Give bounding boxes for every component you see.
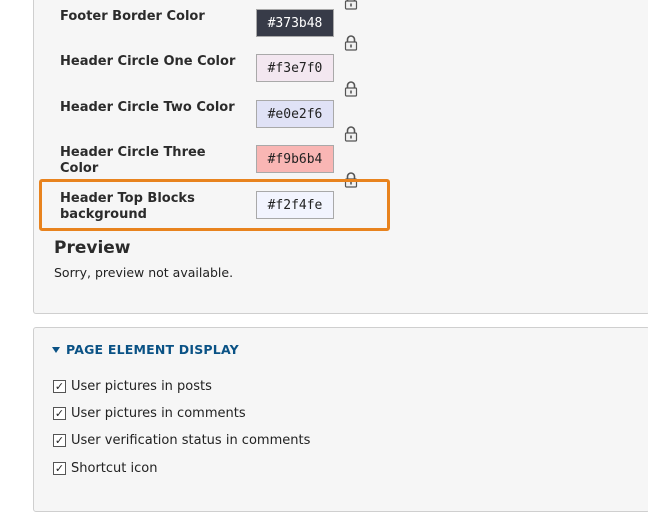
- option-user-pictures-posts[interactable]: ✓ User pictures in posts: [53, 379, 212, 394]
- preview-title: Preview: [54, 238, 131, 258]
- preview-message: Sorry, preview not available.: [54, 265, 234, 280]
- color-label: Footer Border Color: [60, 9, 205, 24]
- collapse-triangle-icon: [52, 346, 60, 353]
- page-element-display-panel: PAGE ELEMENT DISPLAY ✓ User pictures in …: [33, 327, 648, 512]
- checkbox[interactable]: ✓: [53, 380, 66, 393]
- page-element-display-toggle[interactable]: PAGE ELEMENT DISPLAY: [52, 342, 239, 357]
- option-label: User pictures in comments: [71, 406, 246, 421]
- option-shortcut-icon[interactable]: ✓ Shortcut icon: [53, 461, 157, 476]
- option-user-verification-status[interactable]: ✓ User verification status in comments: [53, 433, 310, 448]
- color-input[interactable]: #373b48: [256, 9, 334, 37]
- checkbox[interactable]: ✓: [53, 407, 66, 420]
- color-input[interactable]: #e0e2f6: [256, 100, 334, 128]
- color-scheme-panel: Footer Border Color #373b48 Header Circl…: [33, 0, 648, 314]
- checkbox[interactable]: ✓: [53, 462, 66, 475]
- checkbox[interactable]: ✓: [53, 434, 66, 447]
- highlight-box: [39, 179, 390, 231]
- color-input[interactable]: #f9b6b4: [256, 145, 334, 173]
- lock-icon[interactable]: [344, 81, 358, 97]
- section-title: PAGE ELEMENT DISPLAY: [66, 342, 239, 357]
- option-label: User verification status in comments: [71, 433, 311, 448]
- option-label: User pictures in posts: [71, 379, 212, 394]
- lock-icon[interactable]: [344, 126, 358, 142]
- color-label: Header Circle One Color: [60, 54, 236, 69]
- color-label: Header Circle Three Color: [60, 145, 206, 176]
- color-input[interactable]: #f3e7f0: [256, 54, 334, 82]
- lock-icon[interactable]: [344, 0, 358, 10]
- option-user-pictures-comments[interactable]: ✓ User pictures in comments: [53, 406, 246, 421]
- option-label: Shortcut icon: [71, 461, 158, 476]
- color-label: Header Circle Two Color: [60, 100, 235, 115]
- lock-icon[interactable]: [344, 35, 358, 51]
